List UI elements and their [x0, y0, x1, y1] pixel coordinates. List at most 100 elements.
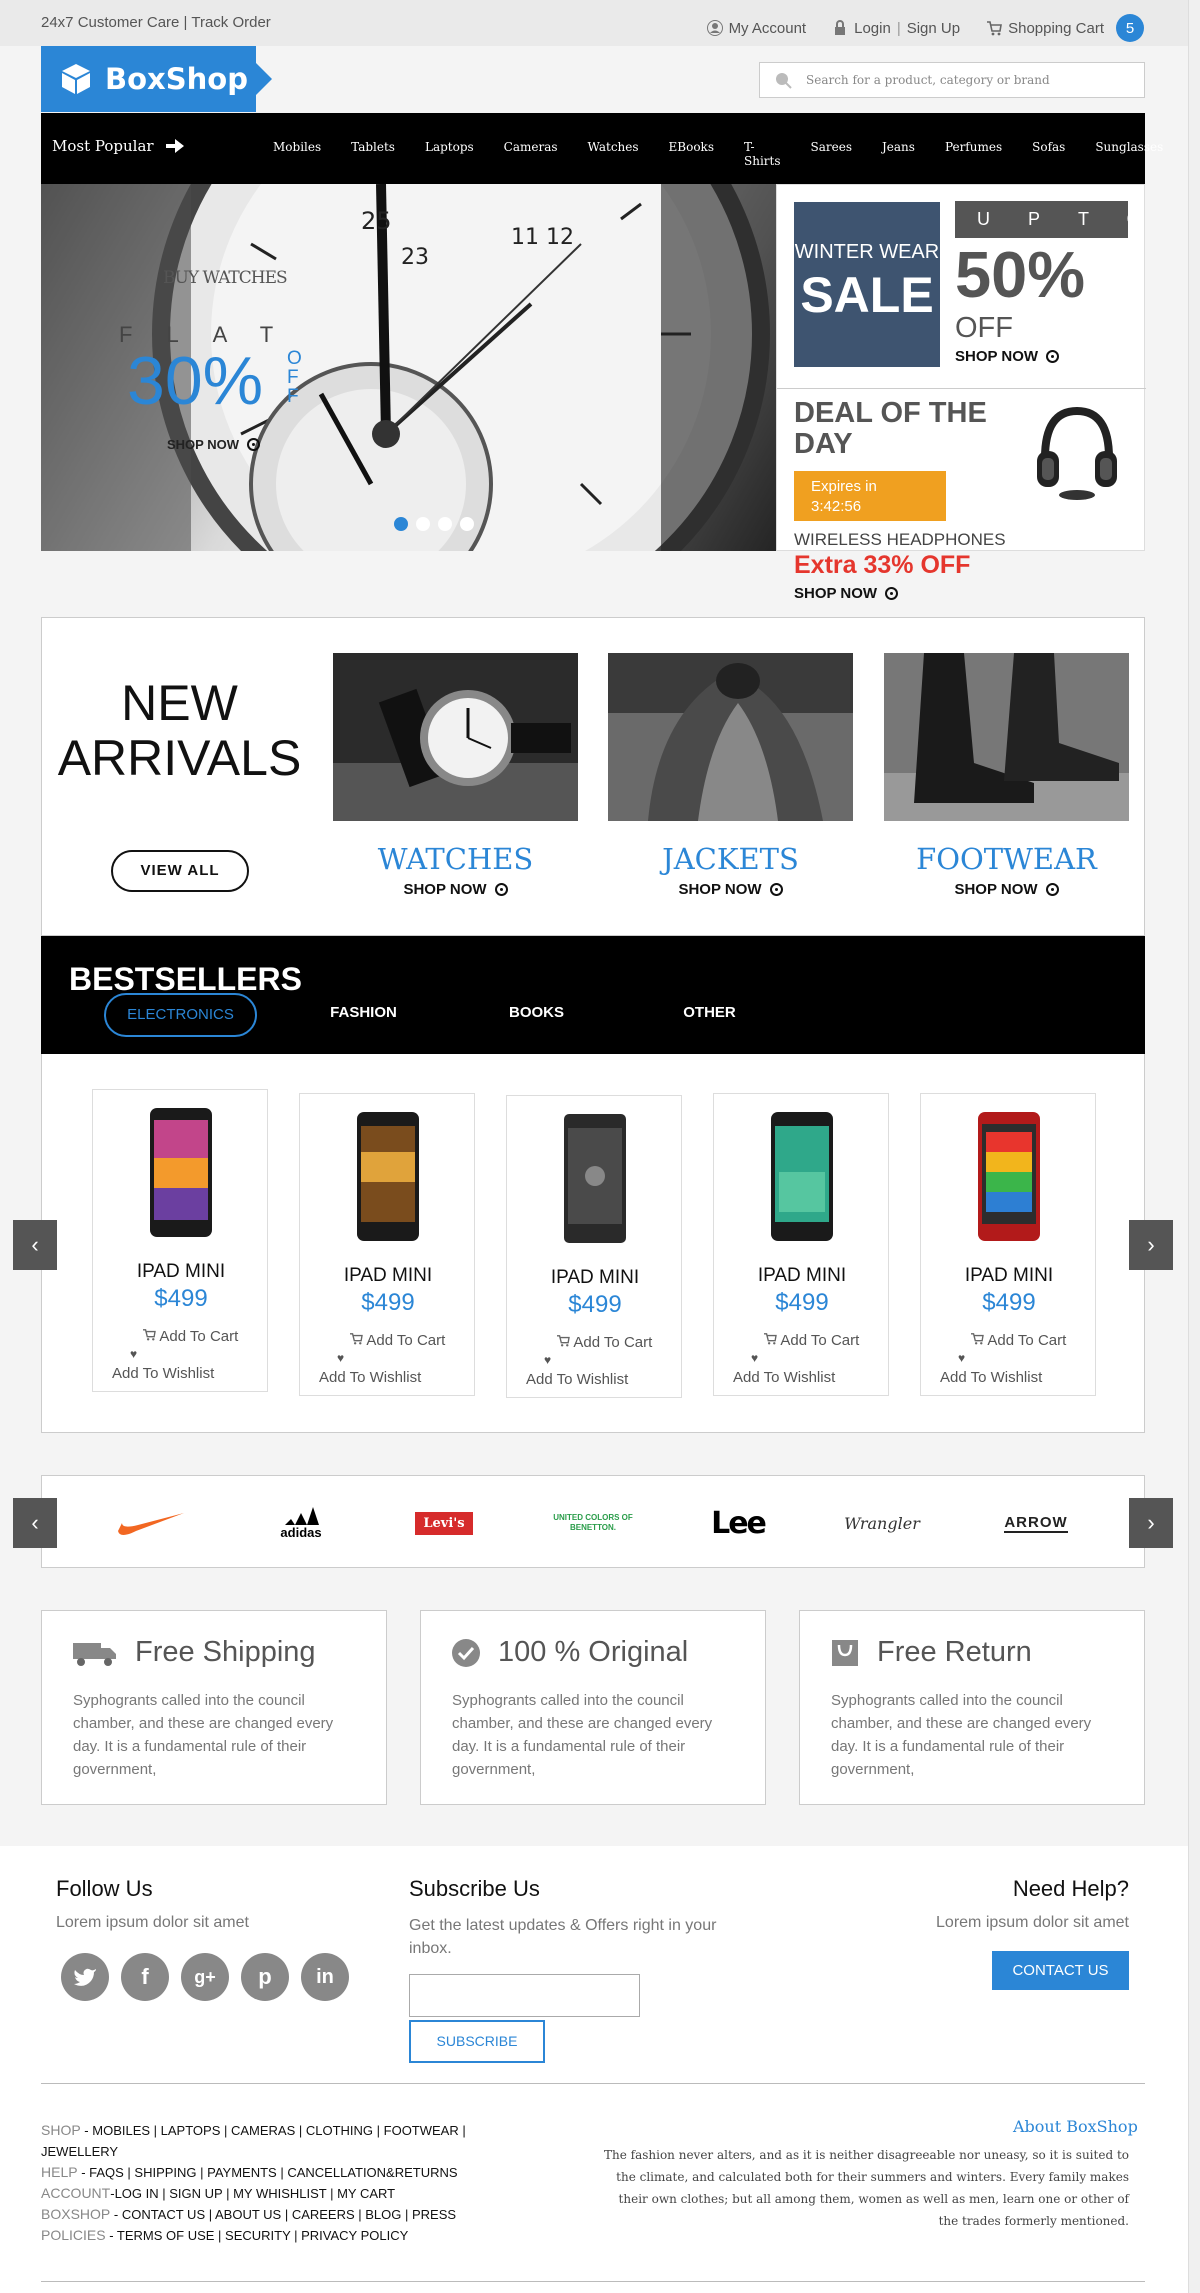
footer-link-key: POLICIES: [41, 2227, 106, 2243]
footer-link-items[interactable]: CONTACT US | ABOUT US | CAREERS | BLOG |…: [122, 2207, 456, 2222]
user-icon: [706, 20, 723, 36]
box-logo-icon: [62, 64, 90, 94]
add-to-cart-button[interactable]: Add To Cart: [142, 1328, 238, 1345]
circle-arrow-icon: [494, 883, 508, 896]
phone-image: [150, 1108, 212, 1237]
products-prev-arrow[interactable]: ‹: [13, 1220, 57, 1270]
nav-item-cameras[interactable]: Cameras: [504, 140, 558, 168]
hero-banner[interactable]: 25 11 12 23 BUY WATCHES FLAT 30% OFF SHO…: [41, 184, 776, 551]
nav-item-mobiles[interactable]: Mobiles: [273, 140, 321, 168]
product-card[interactable]: IPAD MINI $499 Add To Cart ♥ Add To Wish…: [506, 1095, 682, 1398]
nav-item-ebooks[interactable]: EBooks: [669, 140, 714, 168]
bottom-divider: [41, 2281, 1145, 2282]
tab-electronics[interactable]: ELECTRONICS: [104, 993, 257, 1037]
footer-link-items[interactable]: LOG IN | SIGN UP | MY WHISHLIST | MY CAR…: [115, 2186, 396, 2201]
product-card[interactable]: IPAD MINI $499 Add To Cart ♥ Add To Wish…: [920, 1093, 1096, 1396]
footer-link-items[interactable]: FAQS | SHIPPING | PAYMENTS | CANCELLATIO…: [89, 2165, 457, 2180]
arrow-logo[interactable]: ARROW: [999, 1506, 1073, 1540]
nav-item-sofas[interactable]: Sofas: [1032, 140, 1065, 168]
carousel-dot[interactable]: [416, 517, 430, 531]
footer-link-items[interactable]: MOBILES | LAPTOPS | CAMERAS | CLOTHING |…: [41, 2123, 466, 2159]
countdown-time: 3:42:56: [811, 498, 862, 515]
page-scrollbar[interactable]: [1188, 0, 1200, 2293]
add-to-cart-button[interactable]: Add To Cart: [349, 1332, 445, 1349]
products-next-arrow[interactable]: ›: [1129, 1220, 1173, 1270]
shopping-cart-link[interactable]: Shopping Cart: [1008, 20, 1104, 37]
promo-shop-now[interactable]: SHOP NOW: [955, 348, 1060, 365]
tab-fashion[interactable]: FASHION: [277, 993, 450, 1037]
customer-care-link[interactable]: 24x7 Customer Care | Track Order: [41, 14, 271, 31]
category-shop-now[interactable]: SHOP NOW: [333, 881, 578, 898]
hero-shop-now[interactable]: SHOP NOW: [167, 437, 260, 452]
add-to-cart-button[interactable]: Add To Cart: [556, 1334, 652, 1351]
add-to-wishlist-button[interactable]: ♥ Add To Wishlist: [733, 1349, 835, 1387]
view-all-button[interactable]: VIEW ALL: [111, 850, 249, 892]
product-card[interactable]: IPAD MINI $499 Add To Cart ♥ Add To Wish…: [713, 1093, 889, 1396]
footer-link-row-boxshop: BOXSHOP - CONTACT US | ABOUT US | CAREER…: [41, 2206, 457, 2222]
twitter-icon[interactable]: [61, 1953, 109, 2001]
nav-item-laptops[interactable]: Laptops: [425, 140, 474, 168]
logo[interactable]: BoxShop: [41, 46, 272, 112]
linkedin-icon[interactable]: in: [301, 1953, 349, 2001]
search-input[interactable]: Search for a product, category or brand: [806, 73, 1050, 87]
brands-next-arrow[interactable]: ›: [1129, 1498, 1173, 1548]
lee-logo[interactable]: Lee: [709, 1506, 767, 1541]
heart-icon: ♥: [544, 1353, 552, 1367]
tab-other[interactable]: OTHER: [623, 993, 796, 1037]
signup-link[interactable]: Sign Up: [907, 20, 960, 37]
category-card-footwear[interactable]: FOOTWEAR SHOP NOW: [884, 653, 1129, 898]
most-popular-menu[interactable]: Most Popular: [52, 137, 184, 155]
tab-books[interactable]: BOOKS: [450, 993, 623, 1037]
google-plus-icon[interactable]: g+: [181, 1953, 229, 2001]
product-card[interactable]: IPAD MINI $499 Add To Cart ♥ Add To Wish…: [299, 1093, 475, 1396]
feature-free-return: Free Return Syphogrants called into the …: [799, 1610, 1145, 1805]
arrow-text: ARROW: [1004, 1513, 1068, 1533]
nav-item-watches[interactable]: Watches: [588, 140, 639, 168]
nav-item-sarees[interactable]: Sarees: [811, 140, 852, 168]
hero-off-label: OFF: [287, 348, 302, 407]
levis-logo[interactable]: Levi's: [413, 1506, 475, 1540]
hero-subtitle: BUY WATCHES: [163, 268, 288, 288]
add-to-cart-button[interactable]: Add To Cart: [763, 1332, 859, 1349]
nav-item-jeans[interactable]: Jeans: [882, 140, 915, 168]
feature-original: 100 % Original Syphogrants called into t…: [420, 1610, 766, 1805]
subscribe-email-input[interactable]: [409, 1974, 640, 2017]
add-to-wishlist-button[interactable]: ♥ Add To Wishlist: [526, 1351, 628, 1389]
adidas-logo[interactable]: adidas: [271, 1506, 331, 1540]
nike-logo[interactable]: [116, 1507, 186, 1541]
promo-shop-now-label: SHOP NOW: [955, 348, 1039, 365]
add-to-wishlist-button[interactable]: ♥ Add To Wishlist: [940, 1349, 1042, 1387]
subscribe-button[interactable]: SUBSCRIBE: [409, 2020, 545, 2063]
search-box[interactable]: Search for a product, category or brand: [759, 62, 1145, 98]
login-link[interactable]: Login: [854, 20, 891, 37]
product-card[interactable]: IPAD MINI $499 Add To Cart ♥ Add To Wish…: [92, 1089, 268, 1392]
benetton-logo[interactable]: UNITED COLORS OF BENETTON.: [552, 1506, 634, 1540]
circle-arrow-icon: [1045, 883, 1059, 896]
nav-item-sunglasses[interactable]: Sunglasses: [1095, 140, 1163, 168]
carousel-dot[interactable]: [394, 517, 408, 531]
category-shop-now[interactable]: SHOP NOW: [608, 881, 853, 898]
deal-shop-now[interactable]: SHOP NOW: [794, 585, 899, 602]
carousel-dot[interactable]: [438, 517, 452, 531]
pinterest-icon[interactable]: p: [241, 1953, 289, 2001]
nav-item-perfumes[interactable]: Perfumes: [945, 140, 1002, 168]
facebook-icon[interactable]: f: [121, 1953, 169, 2001]
category-card-watches[interactable]: WATCHES SHOP NOW: [333, 653, 578, 898]
nav-item-tshirts[interactable]: T-Shirts: [744, 140, 781, 168]
product-price: $499: [568, 1291, 622, 1318]
category-card-jackets[interactable]: JACKETS SHOP NOW: [608, 653, 853, 898]
deal-of-the-day-title: DEAL OF THE DAY: [794, 397, 987, 460]
category-shop-now[interactable]: SHOP NOW: [884, 881, 1129, 898]
shopping-bag-icon: [832, 1639, 858, 1666]
footer-link-items[interactable]: TERMS OF USE | SECURITY | PRIVACY POLICY: [117, 2228, 408, 2243]
add-to-cart-button[interactable]: Add To Cart: [970, 1332, 1066, 1349]
carousel-dot[interactable]: [460, 517, 474, 531]
wrangler-logo[interactable]: Wrangler: [842, 1506, 922, 1540]
nav-item-tablets[interactable]: Tablets: [351, 140, 395, 168]
my-account-link[interactable]: My Account: [729, 20, 807, 37]
add-to-wishlist-button[interactable]: ♥ Add To Wishlist: [319, 1349, 421, 1387]
add-to-wishlist-button[interactable]: ♥ Add To Wishlist: [112, 1345, 214, 1383]
contact-us-button[interactable]: CONTACT US: [992, 1951, 1129, 1990]
winter-wear-tile[interactable]: WINTER WEAR SALE: [794, 202, 940, 367]
brands-prev-arrow[interactable]: ‹: [13, 1498, 57, 1548]
